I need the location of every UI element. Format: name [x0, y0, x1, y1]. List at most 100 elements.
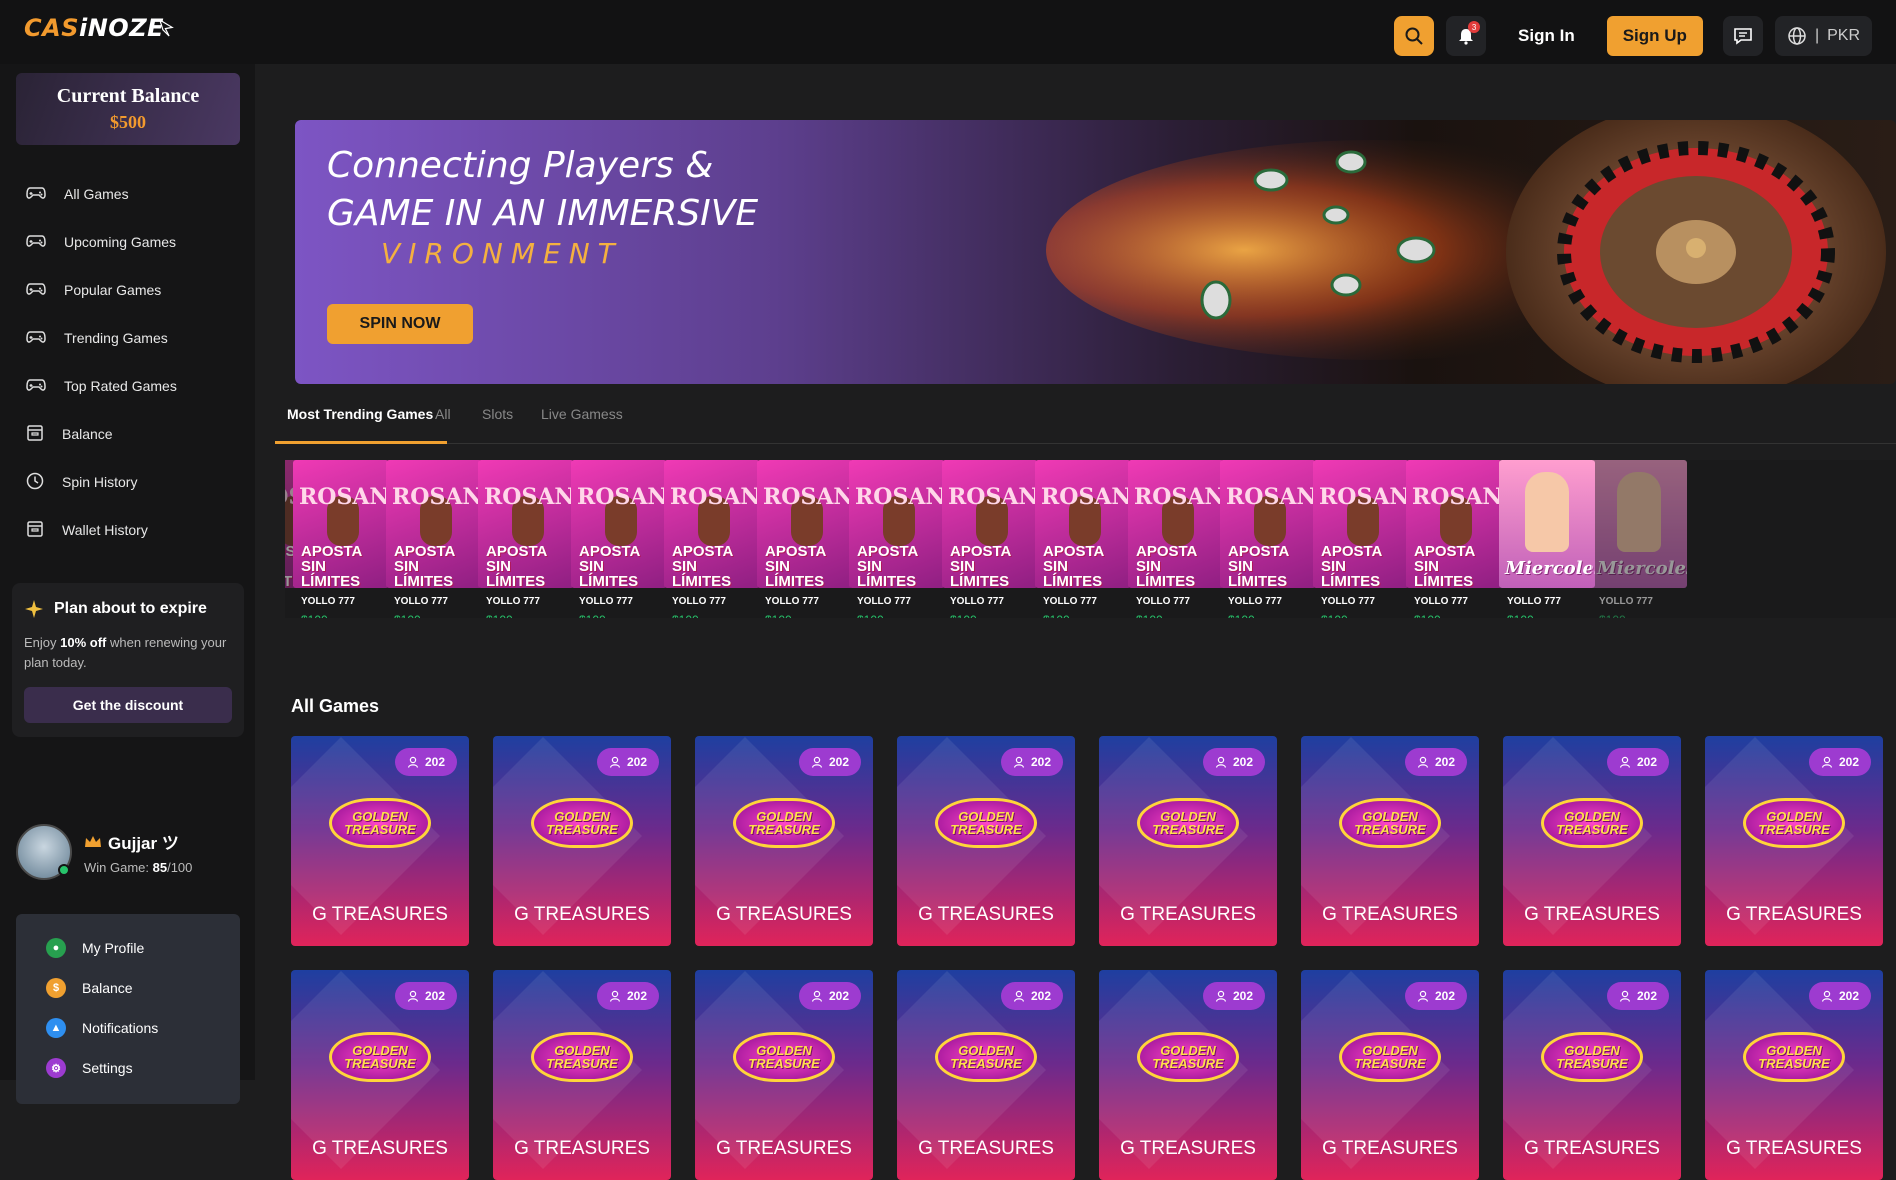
trending-game-card[interactable]: ROSAN APOSTA SIN LÍMITES YOLLO 777 $100	[664, 460, 760, 618]
player-count: 202	[424, 989, 445, 1003]
game-tabs: Most Trending Games All Slots Live Games…	[275, 394, 1896, 444]
trending-game-card[interactable]: Miercoles YOLLO 777 $100	[1499, 460, 1595, 618]
notifications-button[interactable]: 3	[1446, 16, 1487, 56]
online-status-dot	[58, 864, 70, 876]
sidebar-item-top-rated-games[interactable]: Top Rated Games	[26, 362, 177, 410]
golden-treasure-logo: GOLDEN TREASURE	[733, 1032, 835, 1082]
trending-game-card[interactable]: Miercoles YOLLO 777 $100	[1591, 460, 1687, 618]
avatar[interactable]	[16, 824, 72, 880]
chat-button[interactable]	[1722, 16, 1763, 56]
user-summary[interactable]: Gujjar ツ Win Game: 85/100	[16, 824, 192, 880]
game-card[interactable]: 202 GOLDEN TREASURE G TREASURES	[1301, 736, 1479, 946]
trending-game-card[interactable]: ROSAN APOSTA SIN LÍMITES YOLLO 777 $100	[757, 460, 853, 618]
trending-game-card[interactable]: ROSAN APOSTA SIN LÍMITES YOLLO 777 $100	[293, 460, 389, 618]
game-card[interactable]: 202 GOLDEN TREASURE G TREASURES	[897, 970, 1075, 1180]
tab-all[interactable]: All	[435, 406, 451, 422]
golden-treasure-logo: GOLDEN TREASURE	[1339, 798, 1441, 848]
user-menu-label: Settings	[82, 1060, 133, 1076]
thumbnail-title: ROSAN	[855, 484, 945, 510]
crown-icon	[85, 835, 101, 847]
user-menu-notifications[interactable]: ▲ Notifications	[46, 1008, 210, 1048]
game-card[interactable]: 202 GOLDEN TREASURE G TREASURES	[897, 736, 1075, 946]
user-menu-settings[interactable]: ⚙ Settings	[46, 1048, 210, 1088]
tab-live-games[interactable]: Live Gamess	[541, 406, 623, 422]
user-menu-my-profile[interactable]: ● My Profile	[46, 928, 210, 968]
game-name: YOLLO 777	[1414, 596, 1468, 607]
trending-game-card[interactable]: ROSAN APOSTA SIN LÍMITES YOLLO 777 $100	[1313, 460, 1409, 618]
banner-line-2: GAME IN AN IMMERSIVE	[327, 193, 759, 234]
trending-game-card[interactable]: ROSAN APOSTA SIN LÍMITES YOLLO 777 $100	[942, 460, 1038, 618]
game-thumbnail: ROSAN APOSTA SIN LÍMITES	[664, 460, 760, 588]
trending-game-card[interactable]: ROSAN APOSTA SIN LÍMITES YOLLO 777 $100	[849, 460, 945, 618]
golden-treasure-logo: GOLDEN TREASURE	[1541, 798, 1643, 848]
logo-text-b: iNOZE	[78, 14, 164, 42]
get-discount-button[interactable]: Get the discount	[24, 687, 232, 723]
language-currency-selector[interactable]: | PKR	[1774, 16, 1872, 56]
user-icon	[1013, 756, 1025, 768]
sidebar-item-all-games[interactable]: All Games	[26, 170, 177, 218]
game-card[interactable]: 202 GOLDEN TREASURE G TREASURES	[1705, 736, 1883, 946]
sign-in-button[interactable]: Sign In	[1498, 26, 1595, 46]
thumbnail-subtitle: APOSTA SIN LÍMITES	[486, 543, 547, 588]
notification-badge: 3	[1468, 21, 1481, 33]
game-card[interactable]: 202 GOLDEN TREASURE G TREASURES	[1503, 970, 1681, 1180]
spin-now-button[interactable]: SPIN NOW	[327, 304, 473, 344]
game-card[interactable]: 202 GOLDEN TREASURE G TREASURES	[493, 736, 671, 946]
game-thumbnail: ROSAN APOSTA SIN LÍMITES	[1035, 460, 1131, 588]
game-card[interactable]: 202 GOLDEN TREASURE G TREASURES	[1301, 970, 1479, 1180]
trending-game-card[interactable]: ROSAN APOSTA SIN LÍMITES YOLLO 777 $100	[1406, 460, 1502, 618]
sidebar-item-upcoming-games[interactable]: Upcoming Games	[26, 218, 177, 266]
game-name: YOLLO 777	[672, 596, 726, 607]
game-card[interactable]: 202 GOLDEN TREASURE G TREASURES	[1099, 736, 1277, 946]
game-name: YOLLO 777	[1228, 596, 1282, 607]
game-card[interactable]: 202 GOLDEN TREASURE G TREASURES	[695, 736, 873, 946]
game-name: YOLLO 777	[950, 596, 1004, 607]
profile-icon: ●	[46, 938, 66, 958]
trending-game-card[interactable]: ROSAN APOSTA SIN LÍMITES YOLLO 777 $100	[1220, 460, 1316, 618]
sidebar-item-label: Popular Games	[64, 282, 162, 298]
game-name: YOLLO 777	[1321, 596, 1375, 607]
sidebar-item-trending-games[interactable]: Trending Games	[26, 314, 177, 362]
search-button[interactable]	[1394, 16, 1435, 56]
game-card-title: G TREASURES	[1322, 1138, 1458, 1159]
sign-up-button[interactable]: Sign Up	[1606, 16, 1703, 56]
trending-game-card[interactable]: ROSAN APOSTA SIN LÍMITES YOLLO 777 $100	[478, 460, 574, 618]
player-count: 202	[1030, 989, 1051, 1003]
trending-game-card[interactable]: ROSAN APOSTA SIN LÍMITES YOLLO 777 $100	[386, 460, 482, 618]
user-menu-balance[interactable]: $ Balance	[46, 968, 210, 1008]
game-card[interactable]: 202 GOLDEN TREASURE G TREASURES	[1705, 970, 1883, 1180]
tab-slots[interactable]: Slots	[482, 406, 513, 422]
game-thumbnail: ROSAN APOSTA SIN LÍMITES	[1313, 460, 1409, 588]
game-card[interactable]: 202 GOLDEN TREASURE G TREASURES	[1503, 736, 1681, 946]
user-icon	[1619, 990, 1631, 1002]
sidebar-item-label: Top Rated Games	[64, 378, 177, 394]
trending-games-carousel[interactable]: ROSANAPOSTA SIN LÍMITES77$100ROSANAPOSTA…	[285, 460, 1896, 618]
casinoze-logo[interactable]: CASiNOZE	[24, 8, 174, 48]
thumbnail-title: ROSAN	[763, 484, 853, 510]
trending-game-card[interactable]: ROSAN APOSTA SIN LÍMITES YOLLO 777 $100	[1035, 460, 1131, 618]
sidebar-item-wallet-history[interactable]: Wallet History	[26, 506, 177, 554]
globe-icon	[1788, 27, 1806, 45]
player-count-badge: 202	[1808, 748, 1871, 776]
game-thumbnail: Miercoles	[1499, 460, 1595, 588]
trending-game-card[interactable]: ROSAN APOSTA SIN LÍMITES YOLLO 777 $100	[1128, 460, 1224, 618]
player-count: 202	[1636, 989, 1657, 1003]
game-thumbnail: ROSAN APOSTA SIN LÍMITES	[386, 460, 482, 588]
game-card[interactable]: 202 GOLDEN TREASURE G TREASURES	[695, 970, 873, 1180]
user-menu-label: Notifications	[82, 1020, 159, 1036]
tab-most-trending[interactable]: Most Trending Games	[287, 406, 433, 422]
game-card[interactable]: 202 GOLDEN TREASURE G TREASURES	[291, 736, 469, 946]
game-card-title: G TREASURES	[918, 904, 1054, 925]
game-card[interactable]: 202 GOLDEN TREASURE G TREASURES	[291, 970, 469, 1180]
logo-word-2: TREASURE	[546, 822, 618, 837]
sidebar-item-balance[interactable]: Balance	[26, 410, 177, 458]
game-card[interactable]: 202 GOLDEN TREASURE G TREASURES	[493, 970, 671, 1180]
game-card[interactable]: 202 GOLDEN TREASURE G TREASURES	[1099, 970, 1277, 1180]
sidebar-item-popular-games[interactable]: Popular Games	[26, 266, 177, 314]
main-content: Connecting Players & GAME IN AN IMMERSIV…	[255, 64, 1896, 1180]
player-count-badge: 202	[1404, 748, 1467, 776]
sidebar-nav: All Games Upcoming Games Popular Games Tren…	[26, 170, 177, 554]
trending-game-card[interactable]: ROSAN APOSTA SIN LÍMITES YOLLO 777 $100	[571, 460, 667, 618]
game-card-title: G TREASURES	[312, 1138, 448, 1159]
sidebar-item-spin-history[interactable]: Spin History	[26, 458, 177, 506]
